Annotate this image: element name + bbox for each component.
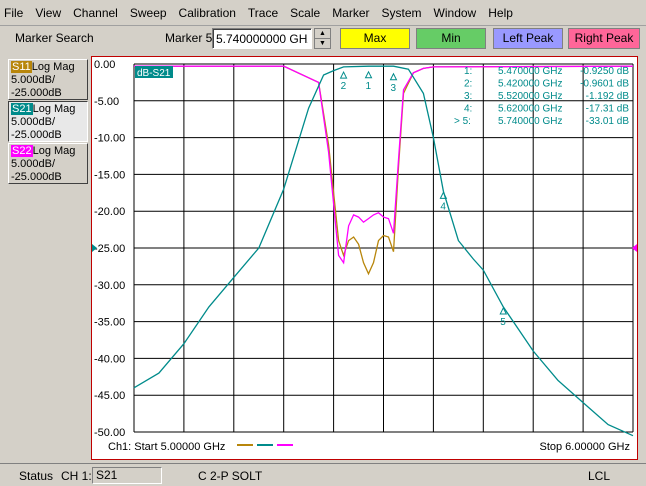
menu-scale[interactable]: Scale — [290, 6, 320, 20]
start-frequency-label: Ch1: Start 5.00000 GHz — [108, 441, 225, 453]
y-tick-label: -25.00 — [94, 243, 125, 255]
trace-button-s11[interactable]: S11Log Mag 5.000dB/ -25.000dB — [8, 59, 88, 100]
marker-readout-value: -0.9250 dB — [580, 66, 629, 77]
trace-format: Log Mag — [31, 61, 75, 73]
marker-label: 4 — [440, 201, 446, 212]
trace-tag: S21 — [11, 103, 33, 115]
status-label: Status — [19, 469, 54, 483]
menu-sweep[interactable]: Sweep — [130, 6, 167, 20]
y-tick-label: -15.00 — [94, 169, 125, 181]
y-tick-label: -45.00 — [94, 390, 125, 402]
marker-icon — [364, 70, 373, 79]
menu-marker[interactable]: Marker — [332, 6, 369, 20]
marker-readout-frequency: 5.740000 GHz — [498, 116, 563, 127]
trace-tag: S11 — [11, 61, 32, 73]
marker-readout-id: 2: — [464, 79, 472, 90]
marker-label: 1 — [366, 81, 372, 92]
trace-tag: S22 — [11, 145, 33, 157]
trace-reference: -25.000dB — [11, 129, 62, 141]
marker-search-label: Marker Search — [15, 31, 94, 45]
right-peak-button[interactable]: Right Peak — [568, 28, 640, 49]
marker-readout-id: > 5: — [454, 116, 471, 127]
trace-format: Log Mag — [32, 145, 76, 157]
marker-readout-frequency: 5.520000 GHz — [498, 91, 563, 102]
trace-reference: -25.000dB — [11, 171, 62, 183]
y-tick-label: -5.00 — [94, 96, 119, 108]
y-tick-label: -50.00 — [94, 427, 125, 439]
status-cal-mode: C 2-P SOLT — [198, 469, 263, 483]
marker-label: 5 — [500, 317, 506, 328]
status-bar: Status CH 1: S21 C 2-P SOLT LCL — [0, 463, 646, 486]
trace-button-s21[interactable]: S21Log Mag 5.000dB/ -25.000dB — [8, 101, 88, 142]
trace-label: dB-S21 — [137, 68, 171, 79]
marker-readout-value: -0.9601 dB — [580, 79, 629, 90]
menu-help[interactable]: Help — [488, 6, 513, 20]
y-tick-label: 0.00 — [94, 59, 115, 71]
marker-readout-value: -1.192 dB — [586, 91, 630, 102]
marker-readout-id: 4: — [464, 104, 472, 115]
marker-name-label: Marker 5 — [165, 31, 213, 45]
chart-svg: 0.00 -5.00 -10.00 -15.00 -20.00 -25.00 -30.00 -… — [92, 59, 637, 453]
menu-window[interactable]: Window — [434, 6, 477, 20]
marker-label: 2 — [341, 81, 347, 92]
analyzer-window: File View Channel Sweep Calibration Trac… — [0, 0, 646, 486]
status-channel: CH 1: — [61, 469, 92, 483]
y-tick-label: -30.00 — [94, 280, 125, 292]
menu-view[interactable]: View — [35, 6, 61, 20]
menu-bar: File View Channel Sweep Calibration Trac… — [0, 0, 646, 26]
marker-icon — [389, 72, 398, 81]
trace-button-s22[interactable]: S22Log Mag 5.000dB/ -25.000dB — [8, 143, 88, 184]
menu-calibration[interactable]: Calibration — [179, 6, 236, 20]
status-lcl: LCL — [588, 469, 611, 483]
y-tick-label: -40.00 — [94, 353, 125, 365]
menu-channel[interactable]: Channel — [73, 6, 118, 20]
y-tick-label: -10.00 — [94, 133, 125, 145]
marker-readout-frequency: 5.470000 GHz — [498, 66, 563, 77]
menu-system[interactable]: System — [382, 6, 422, 20]
trace-scale: 5.000dB/ — [11, 74, 56, 86]
marker-label: 3 — [390, 83, 396, 94]
marker-icon — [439, 191, 448, 199]
marker-readout-value: -17.31 dB — [586, 104, 630, 115]
status-active-trace: S21 — [92, 467, 162, 484]
min-search-button[interactable]: Min — [416, 28, 486, 49]
trace-sidebar: S11Log Mag 5.000dB/ -25.000dB S21Log Mag… — [8, 56, 88, 456]
spin-up-icon[interactable]: ▲ — [315, 29, 330, 39]
marker-readout-frequency: 5.620000 GHz — [498, 104, 563, 115]
marker-readout-id: 1: — [464, 66, 472, 77]
trace-scale: 5.000dB/ — [11, 158, 56, 170]
y-tick-label: -20.00 — [94, 206, 125, 218]
max-search-button[interactable]: Max — [340, 28, 410, 49]
trace-reference: -25.000dB — [11, 87, 62, 99]
stop-frequency-label: Stop 6.00000 GHz — [539, 441, 630, 453]
marker-frequency-spinner[interactable]: ▲ ▼ — [314, 28, 331, 49]
left-peak-button[interactable]: Left Peak — [493, 28, 563, 49]
marker-icon — [339, 70, 348, 79]
marker-frequency-input[interactable] — [212, 28, 312, 49]
y-tick-label: -35.00 — [94, 317, 125, 329]
marker-readout-id: 3: — [464, 91, 472, 102]
marker-toolbar: Marker Search Marker 5 ▲ ▼ Max Min Left … — [0, 26, 646, 52]
trace-scale: 5.000dB/ — [11, 116, 56, 128]
chart-panel[interactable]: 0.00 -5.00 -10.00 -15.00 -20.00 -25.00 -30.00 -… — [91, 56, 638, 460]
marker-readout-value: -33.01 dB — [586, 116, 630, 127]
trace-format: Log Mag — [32, 103, 76, 115]
spin-down-icon[interactable]: ▼ — [315, 39, 330, 49]
marker-readout-frequency: 5.420000 GHz — [498, 79, 563, 90]
menu-file[interactable]: File — [4, 6, 23, 20]
menu-trace[interactable]: Trace — [248, 6, 278, 20]
